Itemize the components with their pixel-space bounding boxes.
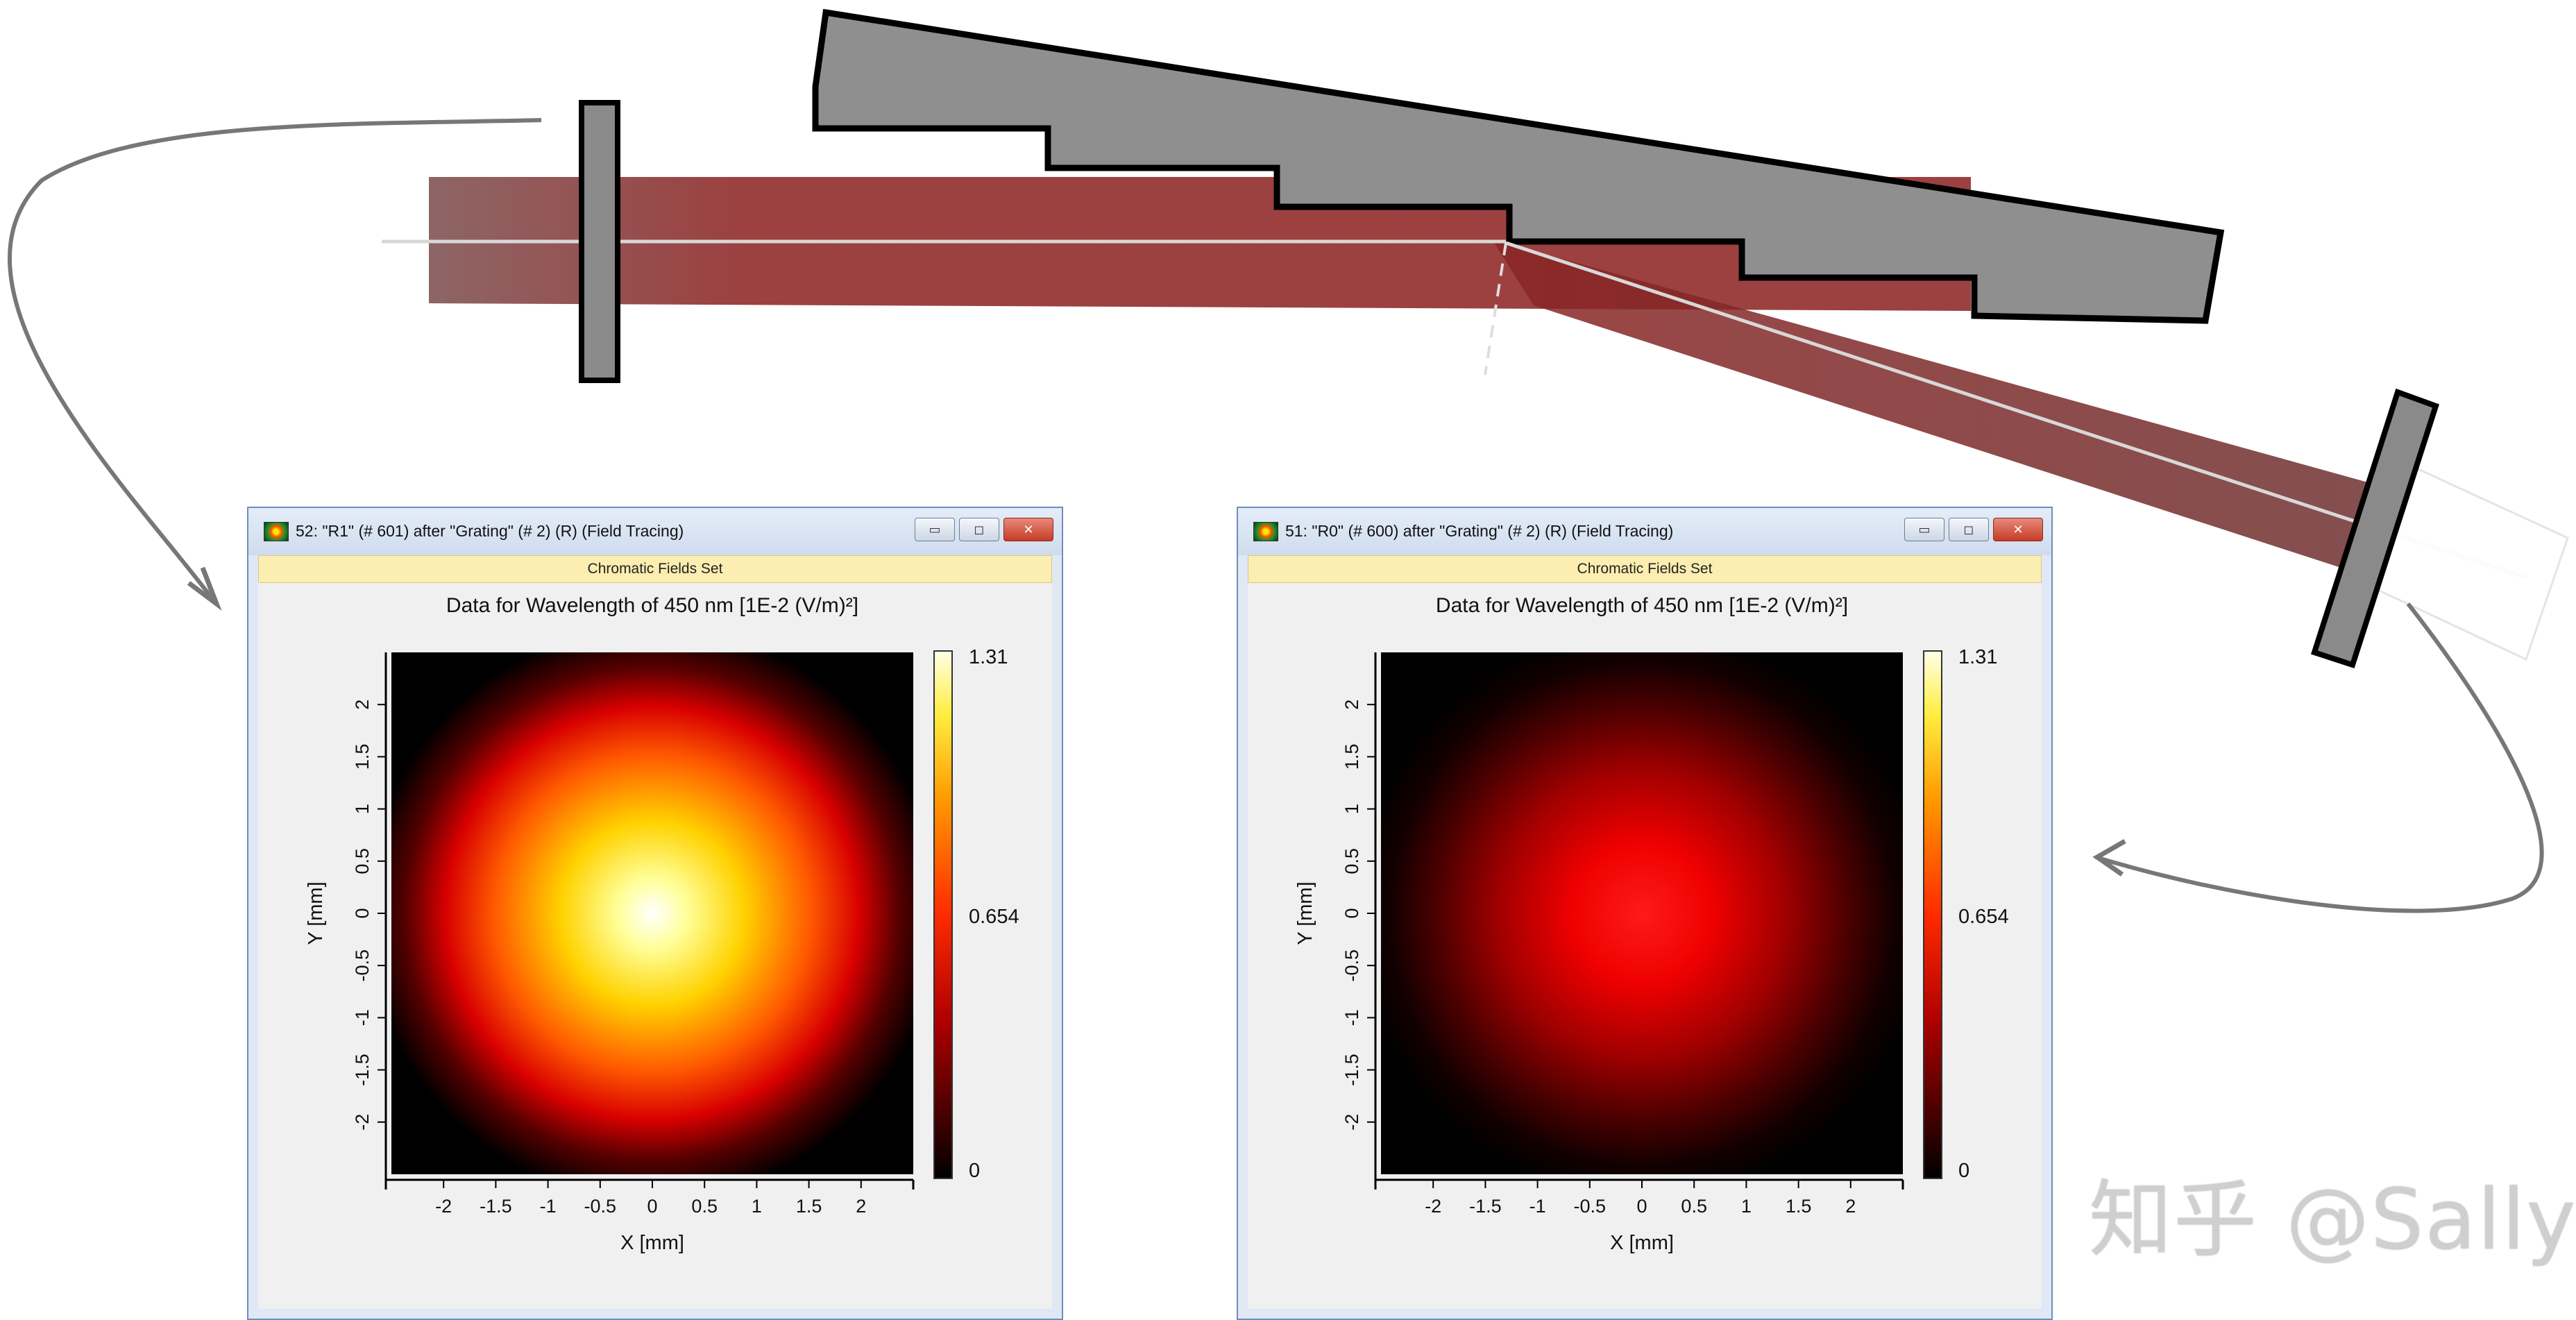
x-tick-label: -2 [435,1196,452,1217]
x-tick-label: 0.5 [691,1196,718,1217]
field-icon [1253,522,1278,541]
y-tick-label: -0.5 [352,949,373,982]
y-tick-label: -2 [352,1114,373,1131]
arrow-head-right [2092,838,2126,877]
y-tick-label: 1 [352,804,373,814]
close-button[interactable]: ✕ [1993,518,2043,541]
x-tick-label: 2 [1845,1196,1856,1217]
colorbar-min-label: 0 [1958,1160,1969,1182]
colorbar-max-label: 1.31 [969,646,1008,668]
y-tick-label: -1 [352,1009,373,1026]
field-window-r0[interactable]: 51: "R0" (# 600) after "Grating" (# 2) (… [1237,507,2053,1320]
watermark: 知乎 @Sally [2089,1172,2576,1269]
colorbar-mid-label: 0.654 [1958,906,2009,928]
window-title: 52: "R1" (# 601) after "Grating" (# 2) (… [296,522,684,540]
x-axis-label: X [mm] [620,1232,684,1254]
x-tick-label: -1 [540,1196,557,1217]
minimize-button[interactable]: ▭ [1904,518,1944,541]
y-tick-label: 0 [1341,908,1362,918]
x-axis-label: X [mm] [1610,1232,1674,1254]
colorbar-max-label: 1.31 [1958,646,1997,668]
colorbar-mid-label: 0.654 [969,906,1019,928]
field-intensity-plot[interactable]: Data for Wavelength of 450 nm [1E-2 (V/m… [258,583,1052,1309]
x-tick-label: -0.5 [1574,1196,1607,1217]
x-tick-label: 1.5 [1786,1196,1812,1217]
field-intensity-plot[interactable]: Data for Wavelength of 450 nm [1E-2 (V/m… [1248,583,2042,1309]
colorbar [1923,650,1942,1179]
maximize-button[interactable]: ◻ [959,518,999,541]
detector-plate-left [579,100,620,383]
title-bar[interactable]: 52: "R1" (# 601) after "Grating" (# 2) (… [248,508,1062,555]
beam-intensity-spot [365,626,940,1201]
y-tick-label: -1 [1341,1009,1362,1026]
x-tick-label: 1.5 [796,1196,822,1217]
x-tick-label: -1.5 [480,1196,512,1217]
y-tick-label: 1.5 [352,744,373,770]
y-tick-label: -0.5 [1341,949,1362,982]
close-button[interactable]: ✕ [1003,518,1053,541]
y-tick-label: 1.5 [1341,744,1362,770]
x-tick-label: -1 [1530,1196,1546,1217]
x-tick-label: 1 [1741,1196,1752,1217]
x-tick-label: 2 [856,1196,866,1217]
y-tick-label: 0.5 [1341,848,1362,874]
minimize-button[interactable]: ▭ [915,518,955,541]
x-tick-label: 0 [647,1196,657,1217]
y-axis-label: Y [mm] [305,881,327,945]
x-tick-label: -0.5 [584,1196,617,1217]
beam-intensity-spot [1355,626,1929,1201]
subtitle-bar: Chromatic Fields Set [258,555,1052,583]
subtitle-bar: Chromatic Fields Set [1248,555,2042,583]
y-tick-label: 1 [1341,804,1362,814]
y-tick-label: 2 [1341,700,1362,710]
x-tick-label: 0.5 [1681,1196,1707,1217]
y-tick-label: 0.5 [352,848,373,874]
colorbar [933,650,953,1179]
y-tick-label: -2 [1341,1114,1362,1131]
field-icon [264,522,289,541]
x-tick-label: -2 [1425,1196,1441,1217]
plot-title: Data for Wavelength of 450 nm [1E-2 (V/m… [1436,594,1848,617]
title-bar[interactable]: 51: "R0" (# 600) after "Grating" (# 2) (… [1238,508,2051,555]
x-tick-label: 1 [752,1196,762,1217]
plot-panel: Data for Wavelength of 450 nm [1E-2 (V/m… [258,583,1052,1309]
y-tick-label: -1.5 [352,1054,373,1086]
y-tick-label: 2 [352,700,373,710]
y-axis-label: Y [mm] [1294,881,1316,945]
maximize-button[interactable]: ◻ [1949,518,1989,541]
y-tick-label: 0 [352,908,373,918]
window-title: 51: "R0" (# 600) after "Grating" (# 2) (… [1285,522,1674,540]
plot-title: Data for Wavelength of 450 nm [1E-2 (V/m… [446,594,858,617]
y-tick-label: -1.5 [1341,1054,1362,1086]
colorbar-min-label: 0 [969,1160,980,1182]
plot-panel: Data for Wavelength of 450 nm [1E-2 (V/m… [1248,583,2042,1309]
x-tick-label: 0 [1636,1196,1647,1217]
field-window-r1[interactable]: 52: "R1" (# 601) after "Grating" (# 2) (… [247,507,1063,1320]
x-tick-label: -1.5 [1469,1196,1502,1217]
